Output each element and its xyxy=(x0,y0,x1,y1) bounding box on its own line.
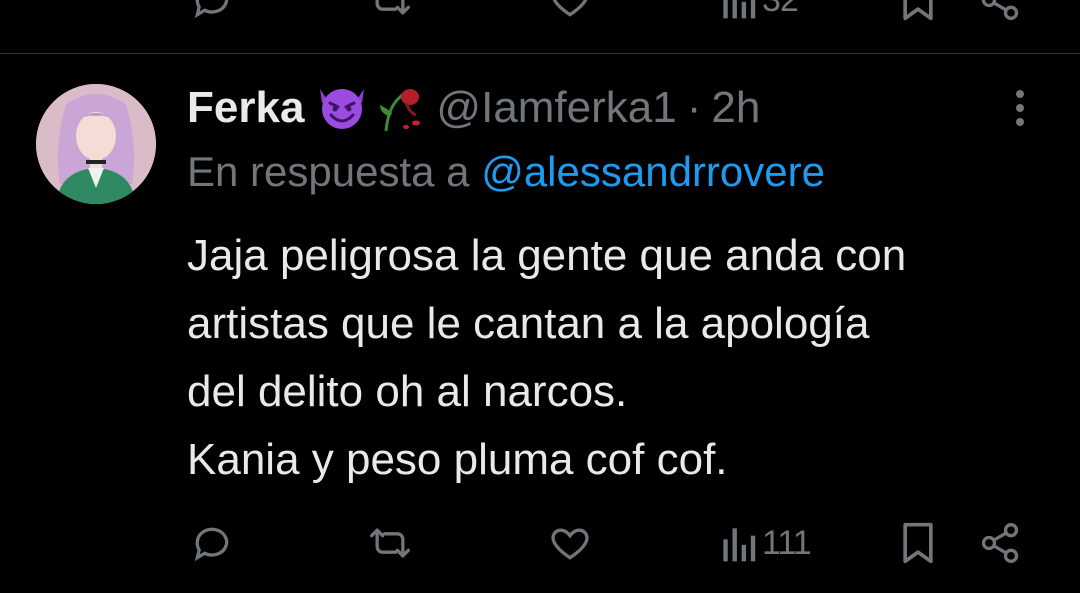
reply-handle-link[interactable]: @alessandrrovere xyxy=(481,148,825,195)
like-icon xyxy=(551,528,589,560)
reply-button[interactable] xyxy=(190,521,234,565)
tweet-header: Ferka @Iamferka1 · 2h xyxy=(187,78,760,138)
retweet-button[interactable] xyxy=(368,521,412,565)
tweet-text-line: Kania y peso pluma cof cof. xyxy=(187,435,728,484)
bookmark-button[interactable] xyxy=(898,521,938,565)
tweet-divider xyxy=(0,53,1080,54)
like-button[interactable] xyxy=(548,521,592,565)
views-count: 32 xyxy=(762,0,799,20)
bookmark-icon[interactable] xyxy=(898,0,938,22)
separator-dot: · xyxy=(686,83,702,132)
bookmark-icon xyxy=(903,522,933,564)
share-button[interactable] xyxy=(978,521,1022,565)
views-button[interactable]: 32 xyxy=(718,0,799,22)
views-icon xyxy=(723,0,756,19)
views-count: 111 xyxy=(762,523,812,562)
reply-context: En respuesta a @alessandrrovere xyxy=(187,148,825,196)
author-name[interactable]: Ferka xyxy=(187,83,304,133)
smiling-imp-emoji xyxy=(314,81,370,136)
reply-icon xyxy=(194,527,229,562)
tweet-actions: 111 xyxy=(0,515,1080,571)
tweet-time[interactable]: 2h xyxy=(711,83,760,133)
retweet-icon xyxy=(370,528,410,558)
retweet-icon[interactable] xyxy=(368,0,412,22)
tweet-text-line: artistas que le cantan a la apología xyxy=(187,299,870,348)
more-options-button[interactable] xyxy=(1004,88,1036,128)
reply-icon[interactable] xyxy=(190,0,234,22)
previous-tweet-actions: 32 xyxy=(0,0,1080,22)
more-icon xyxy=(1016,90,1024,126)
wilted-rose-emoji xyxy=(376,79,422,138)
share-icon[interactable] xyxy=(978,0,1022,22)
avatar[interactable] xyxy=(36,84,156,204)
like-icon[interactable] xyxy=(548,0,592,22)
reply-prefix: En respuesta a xyxy=(187,148,470,195)
share-icon xyxy=(981,523,1019,563)
views-icon xyxy=(723,528,756,562)
author-handle[interactable]: @Iamferka1 xyxy=(436,83,676,133)
tweet-text: Jaja peligrosa la gente que anda con art… xyxy=(187,222,1067,494)
views-button[interactable]: 111 xyxy=(718,521,812,565)
tweet-text-line: del delito oh al narcos. xyxy=(187,367,628,416)
tweet-text-line: Jaja peligrosa la gente que anda con xyxy=(187,231,907,280)
